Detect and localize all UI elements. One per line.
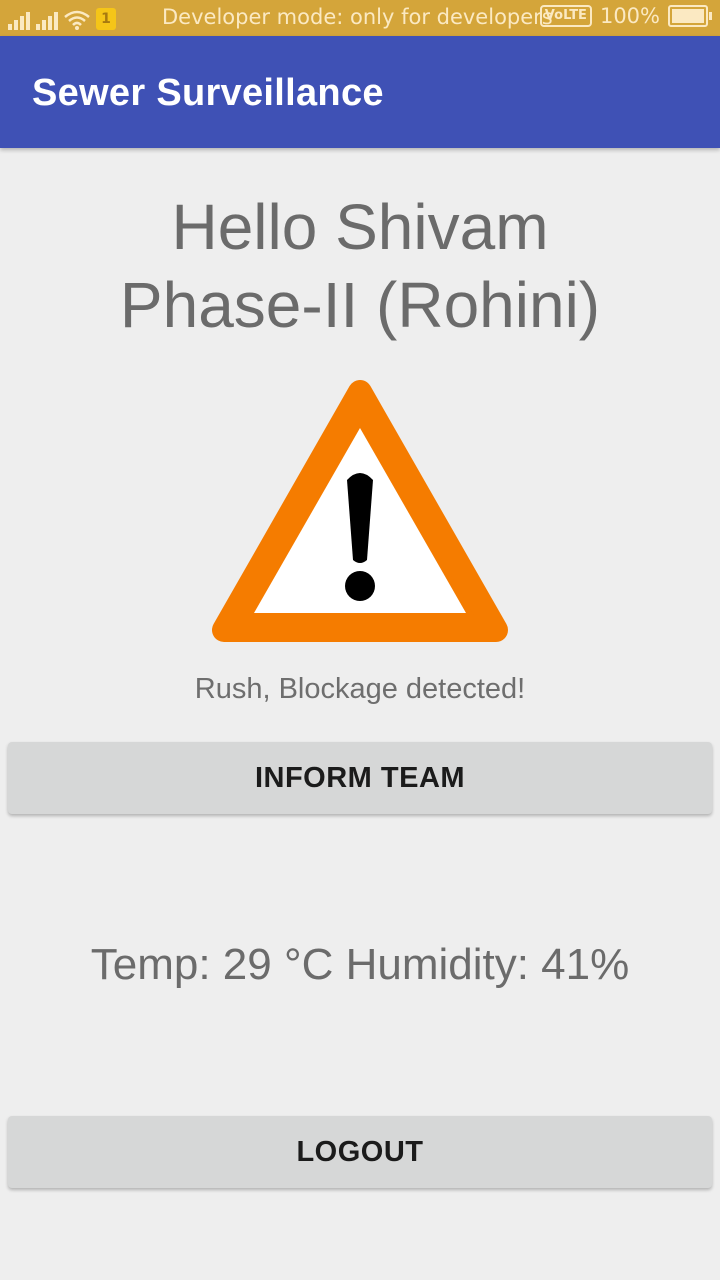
signal-icon-2: [36, 10, 58, 30]
developer-mode-notice: Developer mode: only for developers: [162, 5, 553, 29]
status-right: VoLTE 100%: [539, 4, 712, 28]
greeting-user: Hello Shivam: [171, 191, 549, 263]
logout-button[interactable]: LOGOUT: [8, 1116, 712, 1188]
battery-icon: [668, 5, 712, 27]
volte-badge: VoLTE: [539, 5, 592, 27]
temp-humidity-readout: Temp: 29 °C Humidity: 41%: [90, 940, 630, 989]
status-left: 1: [8, 6, 116, 30]
sim-badge: 1: [96, 8, 116, 30]
greeting-location: Phase-II (Rohini): [119, 269, 601, 341]
wifi-icon: [64, 10, 90, 30]
battery-percent: 100%: [599, 4, 660, 28]
signal-icon: [8, 10, 30, 30]
warning-triangle-icon: [212, 380, 508, 642]
greeting: Hello Shivam Phase-II (Rohini): [0, 188, 720, 344]
app-title: Sewer Surveillance: [32, 72, 384, 114]
inform-team-button[interactable]: INFORM TEAM: [8, 742, 712, 814]
status-bar: 1 Developer mode: only for developers Vo…: [0, 0, 720, 36]
app-bar: Sewer Surveillance: [0, 36, 720, 148]
alert-message: Rush, Blockage detected!: [194, 673, 526, 705]
